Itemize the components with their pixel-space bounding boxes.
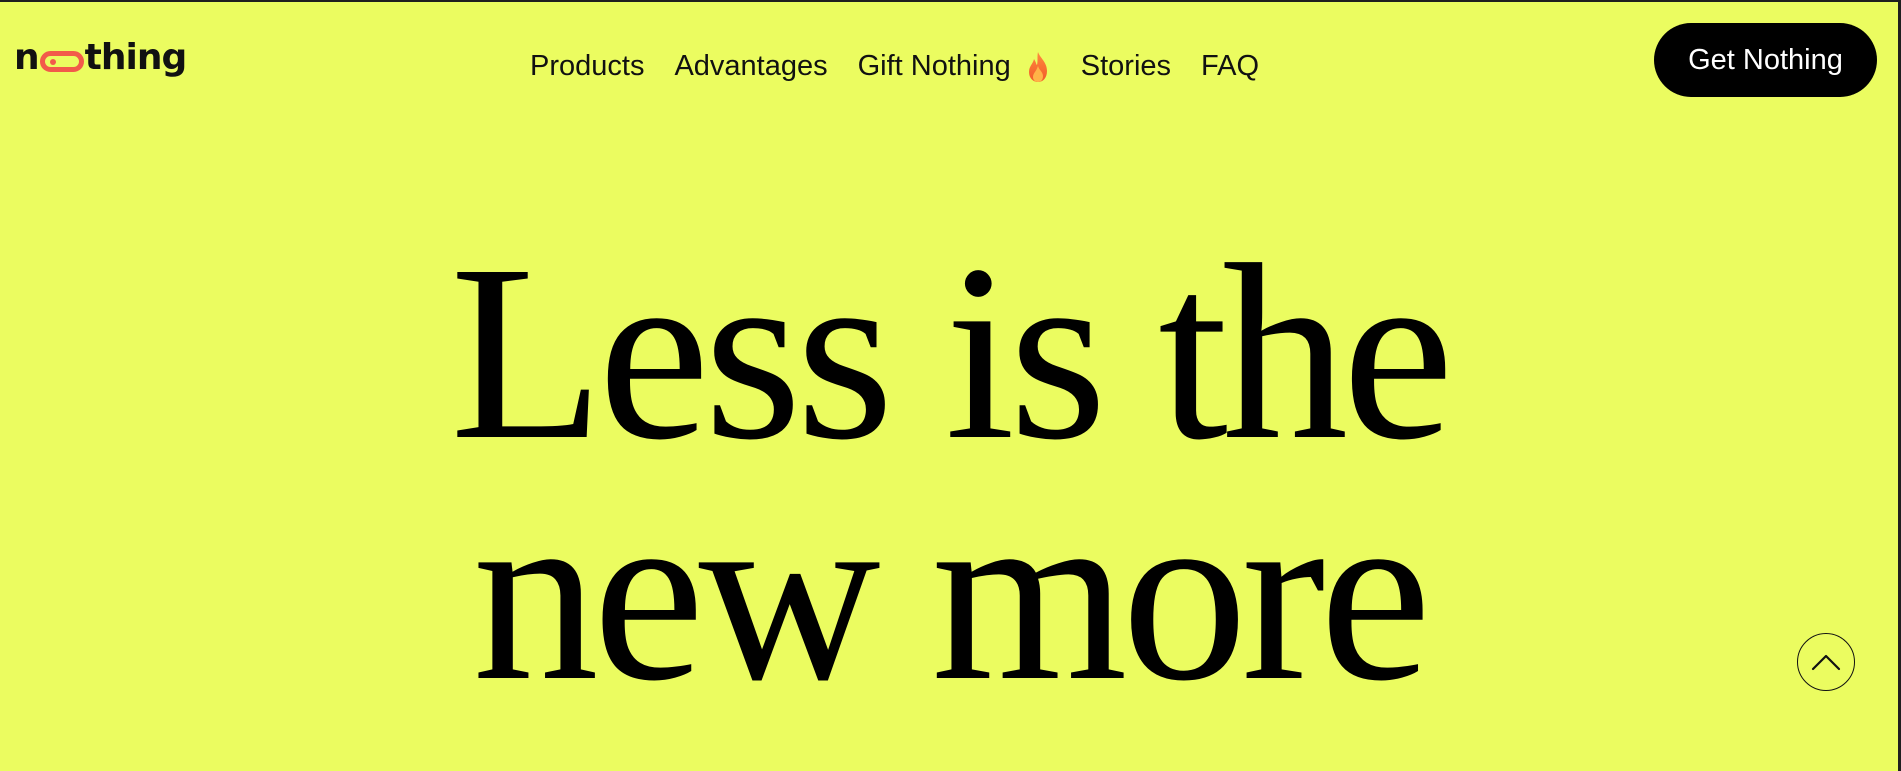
site-header: n thing Products Advantages Gift Nothing	[0, 2, 1898, 122]
toggle-dot-icon	[49, 58, 56, 65]
hero-line-1: Less is the	[450, 212, 1454, 492]
logo[interactable]: n thing	[14, 37, 188, 78]
hero-line-2: new more	[472, 453, 1432, 733]
nav-item-label: Products	[530, 50, 645, 82]
nav-item-label: Gift Nothing	[857, 50, 1011, 82]
nav-item-stories[interactable]: Stories	[1081, 50, 1171, 83]
hero-headline: Less is the new more	[0, 212, 1898, 733]
toggle-logo-icon	[39, 50, 84, 72]
chevron-up-icon	[1811, 654, 1841, 671]
nav-item-label: FAQ	[1201, 50, 1260, 82]
logo-text-end: thing	[84, 37, 188, 78]
main-nav: Products Advantages Gift Nothing Stories…	[530, 50, 1259, 83]
nav-item-label: Stories	[1080, 50, 1172, 82]
logo-text-start: n	[14, 37, 40, 78]
page: n thing Products Advantages Gift Nothing	[0, 0, 1901, 771]
nav-item-products[interactable]: Products	[530, 50, 644, 83]
nav-item-gift-nothing[interactable]: Gift Nothing	[858, 50, 1051, 83]
nav-item-faq[interactable]: FAQ	[1201, 50, 1259, 83]
get-nothing-button[interactable]: Get Nothing	[1654, 23, 1877, 97]
fire-emoji-icon	[1025, 51, 1051, 83]
nav-item-advantages[interactable]: Advantages	[674, 50, 827, 83]
nav-item-label: Advantages	[674, 50, 828, 82]
scroll-to-top-button[interactable]	[1797, 633, 1855, 691]
